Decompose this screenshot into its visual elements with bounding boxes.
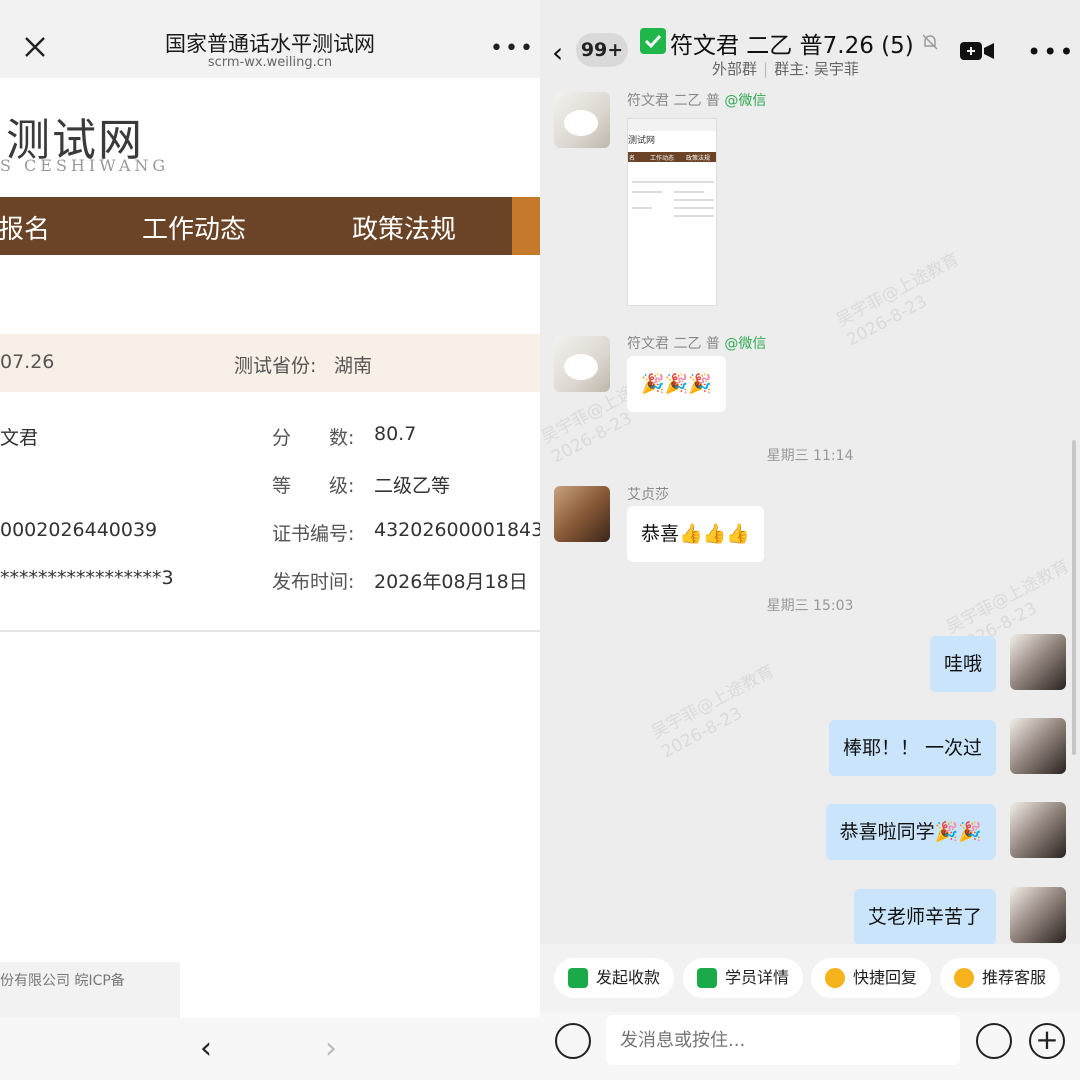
group-type-label: 外部群 (712, 60, 758, 78)
release-date-value: 2026年08月18日 (374, 571, 528, 593)
sender-name: 艾贞莎 (627, 487, 669, 503)
avatar[interactable] (1010, 634, 1066, 690)
chat-header: ‹ 99+ 符文君 二乙 普7.26 (5) 外部群 | 群主: 吴宇菲 ••• (540, 0, 1080, 84)
grade-value: 二级乙等 (374, 475, 451, 497)
quick-action-bar: 发起收款 学员详情 快捷回复 推荐客服 (540, 944, 1080, 1012)
avatar[interactable] (1010, 887, 1066, 943)
chat-more-button[interactable]: ••• (1027, 38, 1075, 66)
nav-accent-tab[interactable] (512, 197, 540, 255)
shared-screenshot-thumbnail[interactable]: 测试网 名 工作动态 政策法规 (627, 118, 717, 306)
user-icon (697, 968, 717, 988)
timestamp: 星期三 15:03 (766, 598, 854, 614)
grade-label: 等 级: (272, 475, 355, 497)
browser-bottom-bar (0, 1018, 540, 1080)
release-date-label: 发布时间: (272, 571, 355, 593)
chat-title: 符文君 二乙 普7.26 (5) (670, 33, 914, 59)
forward-arrow-icon[interactable]: › (325, 1034, 337, 1064)
message-bubble[interactable]: 恭喜👍👍👍 (627, 506, 764, 562)
thumbnail-title: 测试网 (628, 136, 656, 146)
video-call-icon[interactable] (960, 40, 994, 62)
message-bubble[interactable]: 恭喜啦同学🎉🎉 (825, 804, 996, 860)
province-value: 湖南 (334, 355, 373, 377)
avatar[interactable] (554, 336, 610, 392)
check-mark-icon (640, 28, 666, 54)
back-arrow-icon[interactable]: ‹ (200, 1034, 212, 1064)
message-bubble[interactable]: 棒耶！！ 一次过 (828, 720, 996, 776)
candidate-name: 文君 (0, 427, 39, 449)
id-number-masked: *****************3 (0, 567, 174, 589)
chat-bubble-icon (825, 968, 845, 988)
message-input[interactable] (606, 1015, 960, 1065)
thumbnail-line (674, 215, 714, 217)
page-title: 国家普通话水平测试网 (165, 32, 375, 56)
watermark: 吴宇菲@上途教育 2026-8-23 (648, 661, 778, 763)
chat-panel: ‹ 99+ 符文君 二乙 普7.26 (5) 外部群 | 群主: 吴宇菲 ••• 吴… (540, 0, 1080, 1080)
site-footer: 份有限公司 皖ICP备 (0, 962, 180, 1018)
certificate-label: 证书编号: (272, 523, 355, 545)
plus-icon[interactable]: + (1029, 1023, 1065, 1059)
site-logo-subtitle: S CESHIWANG (0, 156, 170, 175)
result-divider (0, 630, 540, 632)
avatar[interactable] (1010, 802, 1066, 858)
group-owner-label: 群主: 吴宇菲 (774, 60, 859, 78)
browser-top-bar: 国家普通话水平测试网 scrm-wx.weiling.cn ••• (0, 0, 540, 78)
watermark: 吴宇菲@上途教育 2026-8-23 (833, 249, 963, 351)
more-menu-button[interactable]: ••• (490, 36, 535, 61)
quick-reply-button[interactable]: 快捷回复 (811, 958, 932, 998)
footer-copyright: 份有限公司 皖ICP备 (0, 973, 125, 989)
emoji-icon[interactable] (976, 1023, 1012, 1059)
certificate-number: 432026000018434 (374, 519, 540, 541)
chat-subtitle: 外部群 | 群主: 吴宇菲 (712, 60, 859, 78)
test-date: 07.26 (0, 351, 55, 373)
chat-scrollbar[interactable] (1072, 440, 1076, 755)
nav-item-news[interactable]: 工作动态 (142, 209, 246, 246)
sender-name: 符文君 二乙 普 @微信 (627, 93, 767, 109)
thumbnail-line (632, 207, 652, 209)
sender-name: 符文君 二乙 普 @微信 (627, 336, 767, 352)
message-bubble[interactable]: 哇哦 (929, 636, 996, 692)
thumbnail-top-bar (628, 119, 716, 131)
thumbnail-nav: 名 工作动态 政策法规 (628, 152, 716, 162)
thumbnail-line (632, 181, 714, 183)
student-details-button[interactable]: 学员详情 (683, 958, 804, 998)
thumbnail-line (674, 199, 714, 201)
ticket-number: 0002026440039 (0, 519, 158, 541)
score-value: 80.7 (374, 423, 417, 445)
page-url: scrm-wx.weiling.cn (207, 55, 333, 70)
unread-count-badge[interactable]: 99+ (576, 33, 628, 67)
avatar[interactable] (554, 486, 610, 542)
thumbnail-line (674, 191, 704, 193)
back-chevron-icon[interactable]: ‹ (552, 36, 563, 69)
message-bubble[interactable]: 🎉🎉🎉 (627, 356, 726, 412)
collect-payment-button[interactable]: 发起收款 (554, 958, 675, 998)
service-icon (954, 968, 974, 988)
payment-icon (568, 968, 588, 988)
nav-item-signup[interactable]: 报名 (0, 209, 50, 246)
message-input-bar: + (540, 1012, 1080, 1080)
mute-bell-icon (922, 34, 938, 50)
recommend-service-button[interactable]: 推荐客服 (940, 958, 1061, 998)
message-bubble[interactable]: 艾老师辛苦了 (853, 889, 996, 945)
web-view-panel: 国家普通话水平测试网 scrm-wx.weiling.cn ••• 测试网 S … (0, 0, 540, 1080)
thumbnail-line (674, 207, 714, 209)
timestamp: 星期三 11:14 (766, 448, 854, 464)
score-label: 分 数: (272, 427, 355, 449)
avatar[interactable] (1010, 718, 1066, 774)
nav-item-policy[interactable]: 政策法规 (352, 209, 456, 246)
thumbnail-line (632, 191, 662, 193)
test-info-band: 07.26 测试省份: 湖南 (0, 334, 540, 392)
province-label: 测试省份: (234, 355, 317, 377)
voice-input-icon[interactable] (555, 1023, 591, 1059)
site-nav-bar: 报名 工作动态 政策法规 (0, 197, 540, 255)
avatar[interactable] (554, 92, 610, 148)
